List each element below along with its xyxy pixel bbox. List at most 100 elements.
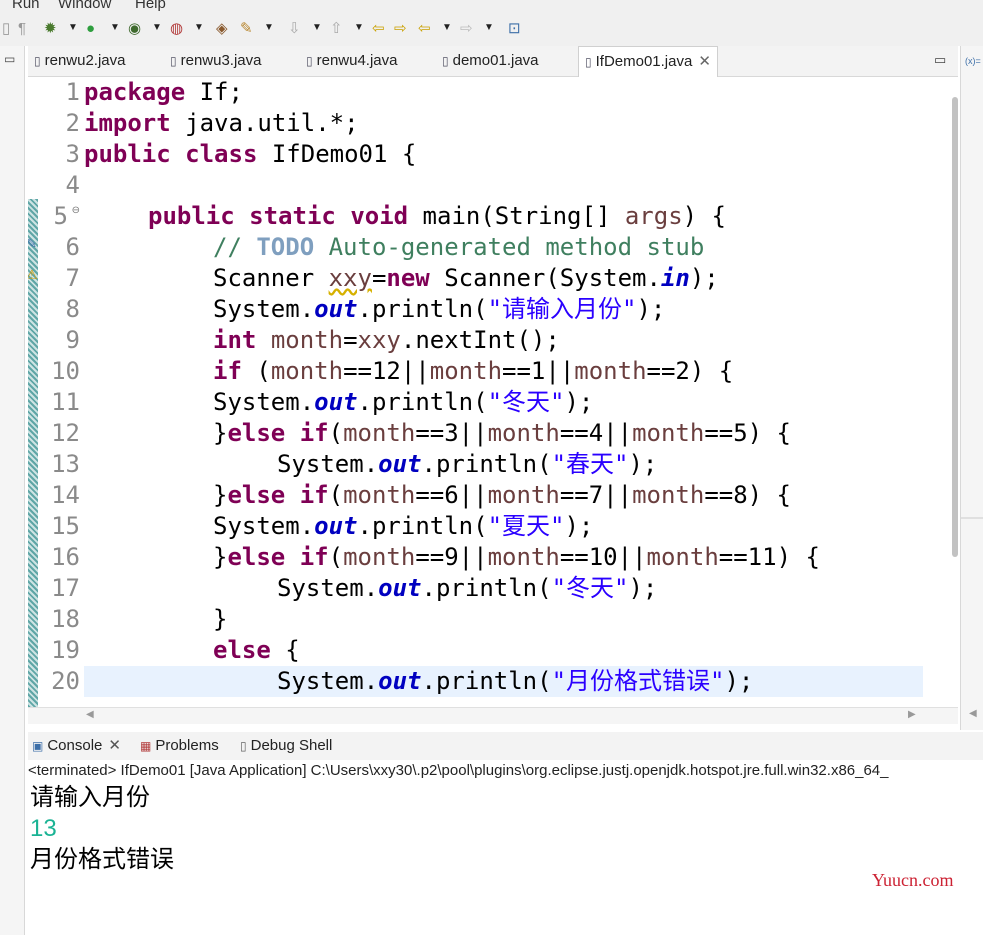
line-number: 19 bbox=[51, 636, 80, 664]
open-type-icon[interactable]: ◈ bbox=[216, 20, 228, 38]
line-number: 8 bbox=[65, 295, 80, 323]
watermark: Yuucn.com bbox=[872, 870, 954, 890]
debug-shell-icon: ▯ bbox=[240, 739, 247, 753]
tab-label: Console bbox=[47, 737, 103, 754]
line-number: 20 bbox=[51, 667, 80, 695]
code-line: if (month==12||month==1||month==2) { bbox=[213, 357, 734, 385]
line-number: 1 bbox=[65, 78, 80, 106]
code-line: int month=xxy.nextInt(); bbox=[213, 326, 560, 354]
code-line: }else if(month==3||month==4||month==5) { bbox=[213, 419, 792, 447]
line-number: 14 bbox=[51, 481, 80, 509]
variables-view-icon[interactable]: (x)= bbox=[965, 56, 981, 66]
line-number: 18 bbox=[51, 605, 80, 633]
coverage-dropdown-icon[interactable]: ▼ bbox=[152, 22, 162, 33]
tab-ifdemo01[interactable]: ▯ IfDemo01.java ✕ bbox=[578, 46, 718, 77]
debug-dropdown-icon[interactable]: ▼ bbox=[68, 22, 78, 33]
back-dropdown-icon[interactable]: ▼ bbox=[442, 22, 452, 33]
horizontal-scrollbar[interactable]: ◀ ▶ bbox=[28, 707, 958, 724]
next-annotation-icon[interactable]: ⇩ bbox=[288, 20, 301, 38]
line-number: 12 bbox=[51, 419, 80, 447]
line-number: 5 bbox=[53, 202, 68, 230]
code-line: public static void main(String[] args) { bbox=[148, 202, 727, 230]
menu-help[interactable]: Help bbox=[135, 0, 166, 12]
java-file-icon: ▯ bbox=[34, 54, 41, 68]
forward-edit-icon[interactable]: ⇨ bbox=[394, 20, 407, 38]
tab-renwu4[interactable]: ▯ renwu4.java bbox=[306, 46, 398, 75]
menu-run[interactable]: Run bbox=[12, 0, 40, 12]
run-dropdown-icon[interactable]: ▼ bbox=[110, 22, 120, 33]
scroll-right-icon[interactable]: ▶ bbox=[908, 709, 916, 720]
code-line: System.out.println("冬天"); bbox=[277, 574, 658, 602]
tab-renwu3[interactable]: ▯ renwu3.java bbox=[170, 46, 262, 75]
code-line: // TODO Auto-generated method stub bbox=[213, 233, 705, 261]
coverage-icon[interactable]: ◉ bbox=[128, 20, 141, 38]
minimize-editor-icon[interactable]: ▭ bbox=[934, 52, 946, 68]
editor-tab-bar: ▯ renwu2.java ▯ renwu3.java ▯ renwu4.java ▯… bbox=[28, 46, 958, 77]
run-icon[interactable]: ● bbox=[86, 20, 95, 38]
forward-icon[interactable]: ⇨ bbox=[460, 20, 473, 38]
tab-renwu2[interactable]: ▯ renwu2.java bbox=[34, 46, 126, 75]
scroll-left-icon[interactable]: ◀ bbox=[86, 709, 94, 720]
warning-marker-icon[interactable]: ⚠ bbox=[28, 267, 38, 283]
prev-annotation-icon[interactable]: ⇧ bbox=[330, 20, 343, 38]
tab-debug-shell[interactable]: ▯ Debug Shell bbox=[240, 736, 332, 756]
line-number: 17 bbox=[51, 574, 80, 602]
back-icon[interactable]: ⇦ bbox=[418, 20, 431, 38]
java-file-icon: ▯ bbox=[585, 55, 592, 69]
last-edit-icon[interactable]: ⇦ bbox=[372, 20, 385, 38]
code-line: }else if(month==6||month==7||month==8) { bbox=[213, 481, 792, 509]
tab-console[interactable]: ▣ Console ✕ bbox=[32, 736, 121, 756]
tab-label: renwu3.java bbox=[180, 52, 262, 69]
tab-label: demo01.java bbox=[452, 52, 539, 69]
next-annotation-dropdown-icon[interactable]: ▼ bbox=[312, 22, 322, 33]
tab-label: IfDemo01.java bbox=[595, 53, 693, 70]
close-tab-icon[interactable]: ✕ bbox=[108, 737, 121, 754]
code-line: System.out.println("春天"); bbox=[277, 450, 658, 478]
java-file-icon: ▯ bbox=[170, 54, 177, 68]
code-editor[interactable]: ✎ ⚠ 1 2 3 4 5 ⊖ 6 7 8 9 10 11 12 13 14 1… bbox=[28, 77, 958, 707]
tab-problems[interactable]: ▦ Problems bbox=[140, 736, 219, 756]
console-output-line: 请输入月份 bbox=[30, 784, 150, 811]
tab-label: renwu2.java bbox=[44, 52, 126, 69]
left-side-strip: ▭ bbox=[0, 46, 25, 935]
prev-annotation-dropdown-icon[interactable]: ▼ bbox=[354, 22, 364, 33]
fold-icon[interactable]: ⊖ bbox=[72, 205, 80, 216]
toolbar-separator-icon: ▯ bbox=[2, 20, 11, 37]
show-whitespace-icon[interactable]: ¶ bbox=[18, 20, 26, 38]
debug-icon[interactable]: ✹ bbox=[44, 20, 57, 38]
close-tab-icon[interactable]: ✕ bbox=[698, 53, 711, 70]
panel-divider bbox=[961, 517, 983, 519]
task-marker-icon[interactable]: ✎ bbox=[28, 236, 37, 252]
line-number: 10 bbox=[51, 357, 80, 385]
console-tab-bar: ▣ Console ✕ ▦ Problems ▯ Debug Shell bbox=[28, 732, 983, 760]
menu-window[interactable]: Window bbox=[58, 0, 111, 12]
console-icon: ▣ bbox=[32, 739, 44, 753]
line-number: 4 bbox=[65, 171, 80, 199]
java-file-icon: ▯ bbox=[306, 54, 313, 68]
task-dropdown-icon[interactable]: ▼ bbox=[264, 22, 274, 33]
console-status: <terminated> IfDemo01 [Java Application]… bbox=[28, 760, 983, 782]
vertical-scrollbar[interactable] bbox=[952, 97, 958, 557]
code-line: else { bbox=[213, 636, 300, 664]
minimize-icon[interactable]: ▭ bbox=[4, 52, 15, 66]
code-line: Scanner xxy=new Scanner(System.in); bbox=[213, 264, 719, 292]
external-tools-icon[interactable]: ◍ bbox=[170, 20, 183, 38]
code-line: } bbox=[213, 605, 228, 633]
java-file-icon: ▯ bbox=[442, 54, 449, 68]
tab-demo01[interactable]: ▯ demo01.java bbox=[442, 46, 539, 75]
code-line: System.out.println("冬天"); bbox=[213, 388, 594, 416]
code-line: public class IfDemo01 { bbox=[84, 140, 417, 168]
open-task-icon[interactable]: ✎ bbox=[240, 20, 253, 38]
line-number: 16 bbox=[51, 543, 80, 571]
tab-label: Problems bbox=[155, 737, 219, 754]
forward-dropdown-icon[interactable]: ▼ bbox=[484, 22, 494, 33]
scroll-left-icon[interactable]: ◀ bbox=[969, 708, 977, 719]
code-area[interactable]: package If; import java.util.*; public c… bbox=[84, 77, 924, 707]
code-line: package If; bbox=[84, 78, 243, 106]
line-number: 9 bbox=[65, 326, 80, 354]
line-number: 3 bbox=[65, 140, 80, 168]
line-number: 2 bbox=[65, 109, 80, 137]
problems-icon: ▦ bbox=[140, 739, 152, 753]
open-perspective-icon[interactable]: ⊡ bbox=[508, 20, 521, 38]
external-tools-dropdown-icon[interactable]: ▼ bbox=[194, 22, 204, 33]
